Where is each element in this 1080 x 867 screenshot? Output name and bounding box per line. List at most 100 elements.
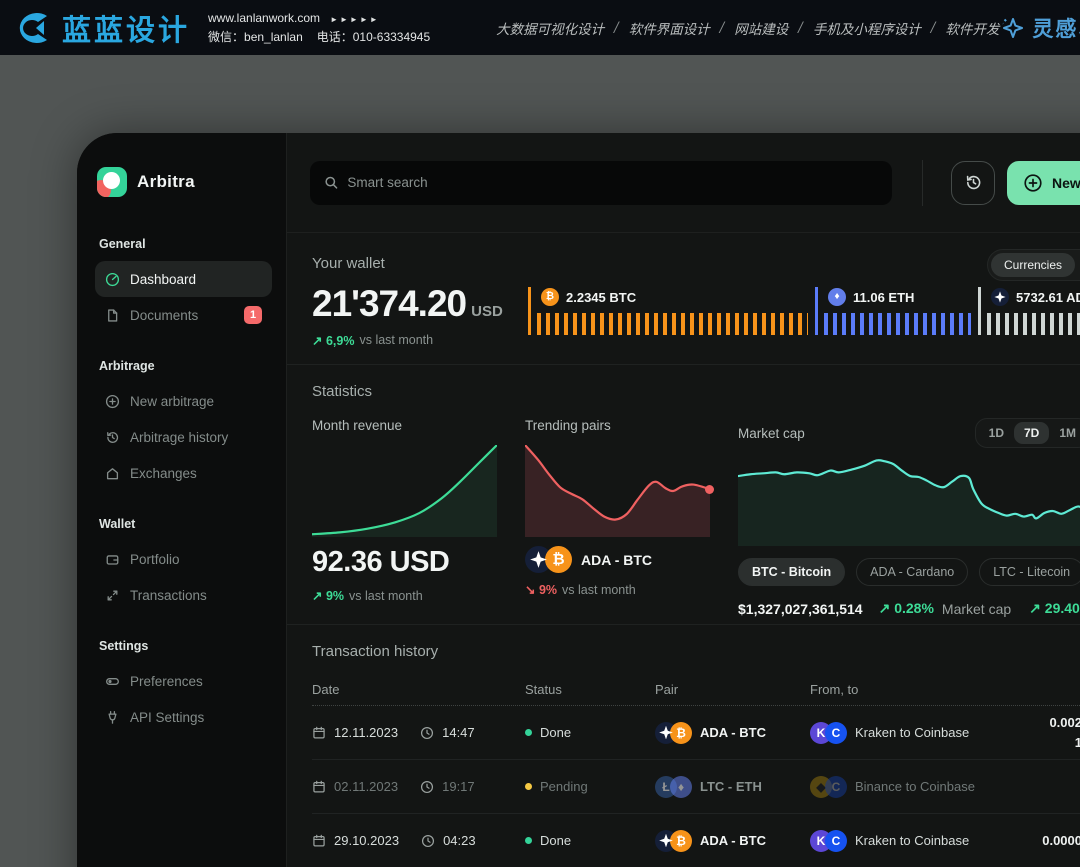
col-fromto: From, to	[810, 682, 1000, 697]
sidebar-heading: Wallet	[99, 517, 268, 531]
coin-pill-ada[interactable]: ADA - Cardano	[856, 558, 968, 586]
sidebar-item-label: Dashboard	[130, 272, 196, 287]
banner-menu-item[interactable]: 网站建设	[734, 18, 788, 38]
banner-menu-item[interactable]: 软件界面设计	[629, 18, 710, 38]
coin-pill-btc[interactable]: BTC - Bitcoin	[738, 558, 845, 586]
wallet-view-exchanges[interactable]: Exchanges	[1075, 253, 1080, 277]
btc-coin-icon: ₿	[541, 288, 559, 306]
sidebar-item-documents[interactable]: Documents1	[95, 297, 272, 333]
trending-pair-label: ADA - BTC	[581, 552, 652, 568]
range-7d[interactable]: 7D	[1014, 422, 1049, 444]
transaction-row[interactable]: 12.11.2023 14:47 Done ₿ADA - BTC KCKrake…	[312, 706, 1080, 760]
tx-status: Pending	[540, 779, 588, 794]
coin-pill-ltc[interactable]: LTC - Litecoin	[979, 558, 1080, 586]
sidebar-item-new-arbitrage[interactable]: New arbitrage	[95, 383, 272, 419]
range-1d[interactable]: 1D	[979, 422, 1014, 444]
ada-coin-icon	[991, 288, 1009, 306]
banner-menu-item[interactable]: 手机及小程序设计	[813, 18, 921, 38]
trend-up-icon: ↗	[879, 600, 891, 616]
menu-separator: /	[798, 20, 803, 36]
wallet-distribution-chart: ₿2.2345 BTC ♦11.06 ETH 5732.61 ADA	[528, 287, 1080, 348]
sidebar-item-portfolio[interactable]: Portfolio	[95, 541, 272, 577]
promo-banner: 蓝蓝设计 www.lanlanwork.com►►►►► 微信：ben_lanl…	[0, 0, 1080, 55]
col-pair: Pair	[655, 682, 810, 697]
market-cap-title: Market cap	[738, 426, 805, 441]
tx-time: 04:23	[443, 833, 476, 848]
search-input[interactable]	[347, 175, 878, 190]
banner-contact: www.lanlanwork.com►►►►► 微信：ben_lanlan电话：…	[208, 9, 444, 46]
sidebar-heading: Arbitrage	[99, 359, 268, 373]
lanlan-logo-icon	[14, 8, 54, 48]
sidebar-item-exchanges[interactable]: Exchanges	[95, 455, 272, 491]
document-icon	[105, 308, 120, 323]
trending-pairs-title: Trending pairs	[525, 418, 710, 433]
month-revenue-change-label: vs last month	[349, 589, 423, 603]
sidebar-item-transactions[interactable]: Transactions	[95, 577, 272, 613]
plus-circle-icon	[1023, 173, 1043, 193]
amount-line: 0.002	[1000, 713, 1080, 733]
wallet-view-currencies[interactable]: Currencies	[991, 253, 1075, 277]
sidebar-heading: General	[99, 237, 268, 251]
banner-menu-item[interactable]: 软件开发	[945, 18, 999, 38]
search-box[interactable]	[310, 161, 892, 205]
sidebar-item-label: API Settings	[130, 710, 204, 725]
banner-website[interactable]: www.lanlanwork.com	[208, 11, 320, 25]
menu-separator: /	[931, 20, 936, 36]
sidebar-item-label: Preferences	[130, 674, 203, 689]
market-cap-label: Market cap	[942, 601, 1011, 617]
banner-menu-item[interactable]: 大数据可视化设计	[496, 18, 604, 38]
wallet-view-toggle: CurrenciesExchanges	[987, 249, 1080, 281]
wallet-icon	[105, 552, 120, 567]
history-icon	[105, 430, 120, 445]
new-arbitrage-button[interactable]: New arbitrage	[1007, 161, 1080, 205]
transaction-row[interactable]: 29.10.2023 04:23 Done ₿ADA - BTC KCKrake…	[312, 814, 1080, 867]
coin-pills: BTC - Bitcoin ADA - Cardano LTC - Litecoin…	[738, 558, 1080, 586]
wallet-segment-btc: ₿ 2.2345 BTC	[528, 287, 815, 335]
sidebar-item-label: Portfolio	[130, 552, 180, 567]
tx-pair: LTC - ETH	[700, 779, 762, 794]
banner-wechat: 微信：ben_lanlan	[208, 30, 303, 44]
dashboard-icon	[105, 272, 120, 287]
home-icon	[105, 466, 120, 481]
market-cap-card: Market cap 1D7D1M BTC - Bitcoin ADA - Car…	[738, 418, 1080, 617]
trending-pairs-card: Trending pairs ₿ ADA - BTC ↘ 9%vs last m…	[525, 418, 710, 617]
arbitra-logo-icon	[97, 167, 127, 197]
month-revenue-value: 92.36 USD	[312, 546, 497, 579]
tx-time: 14:47	[442, 725, 475, 740]
tx-pair: ADA - BTC	[700, 833, 766, 848]
calendar-icon	[312, 726, 326, 740]
btc-coin-icon: ₿	[670, 722, 692, 744]
trending-change-label: vs last month	[562, 583, 636, 597]
history-button[interactable]	[951, 161, 995, 205]
wallet-balance: 21'374.20USD ↗ 6,9%vs last month	[312, 285, 528, 348]
transfer-icon	[105, 588, 120, 603]
arbitra-app-window: Arbitra General Dashboard Documents1 Arbi…	[77, 133, 1080, 867]
trending-pair-icons: ₿	[525, 546, 572, 573]
sidebar-item-preferences[interactable]: Preferences	[95, 663, 272, 699]
sidebar-item-dashboard[interactable]: Dashboard	[95, 261, 272, 297]
collect-link[interactable]: 灵感收集	[999, 13, 1080, 43]
wallet-change-label: vs last month	[359, 333, 433, 347]
collect-label: 灵感收集	[1032, 13, 1080, 43]
market-cap-chart	[738, 454, 1080, 546]
tx-amount: 0.0021	[1000, 713, 1080, 752]
status-dot	[525, 783, 532, 790]
sidebar-item-api-settings[interactable]: API Settings	[95, 699, 272, 735]
new-arbitrage-label: New arbitrage	[1052, 175, 1080, 191]
app-brand-name: Arbitra	[137, 172, 195, 192]
tx-status: Done	[540, 725, 571, 740]
app-brand: Arbitra	[97, 167, 272, 197]
btc-coin-icon: ₿	[670, 830, 692, 852]
plug-icon	[105, 710, 120, 725]
holding-amount: 2.2345 BTC	[566, 290, 636, 305]
stage: Arbitra General Dashboard Documents1 Arbi…	[0, 55, 1080, 867]
transactions-title: Transaction history	[312, 643, 1080, 660]
range-1m[interactable]: 1M	[1049, 422, 1080, 444]
transaction-row[interactable]: 02.11.2023 19:17 Pending Ł♦LTC - ETH ◆CB…	[312, 760, 1080, 814]
col-status: Status	[525, 682, 655, 697]
tx-status: Done	[540, 833, 571, 848]
amount-line: 0.0000	[1000, 831, 1080, 851]
main-area: New arbitrage Your wallet CurrenciesExch…	[287, 133, 1080, 867]
sidebar-item-arbitrage-history[interactable]: Arbitrage history	[95, 419, 272, 455]
sidebar-item-label: Documents	[130, 308, 198, 323]
